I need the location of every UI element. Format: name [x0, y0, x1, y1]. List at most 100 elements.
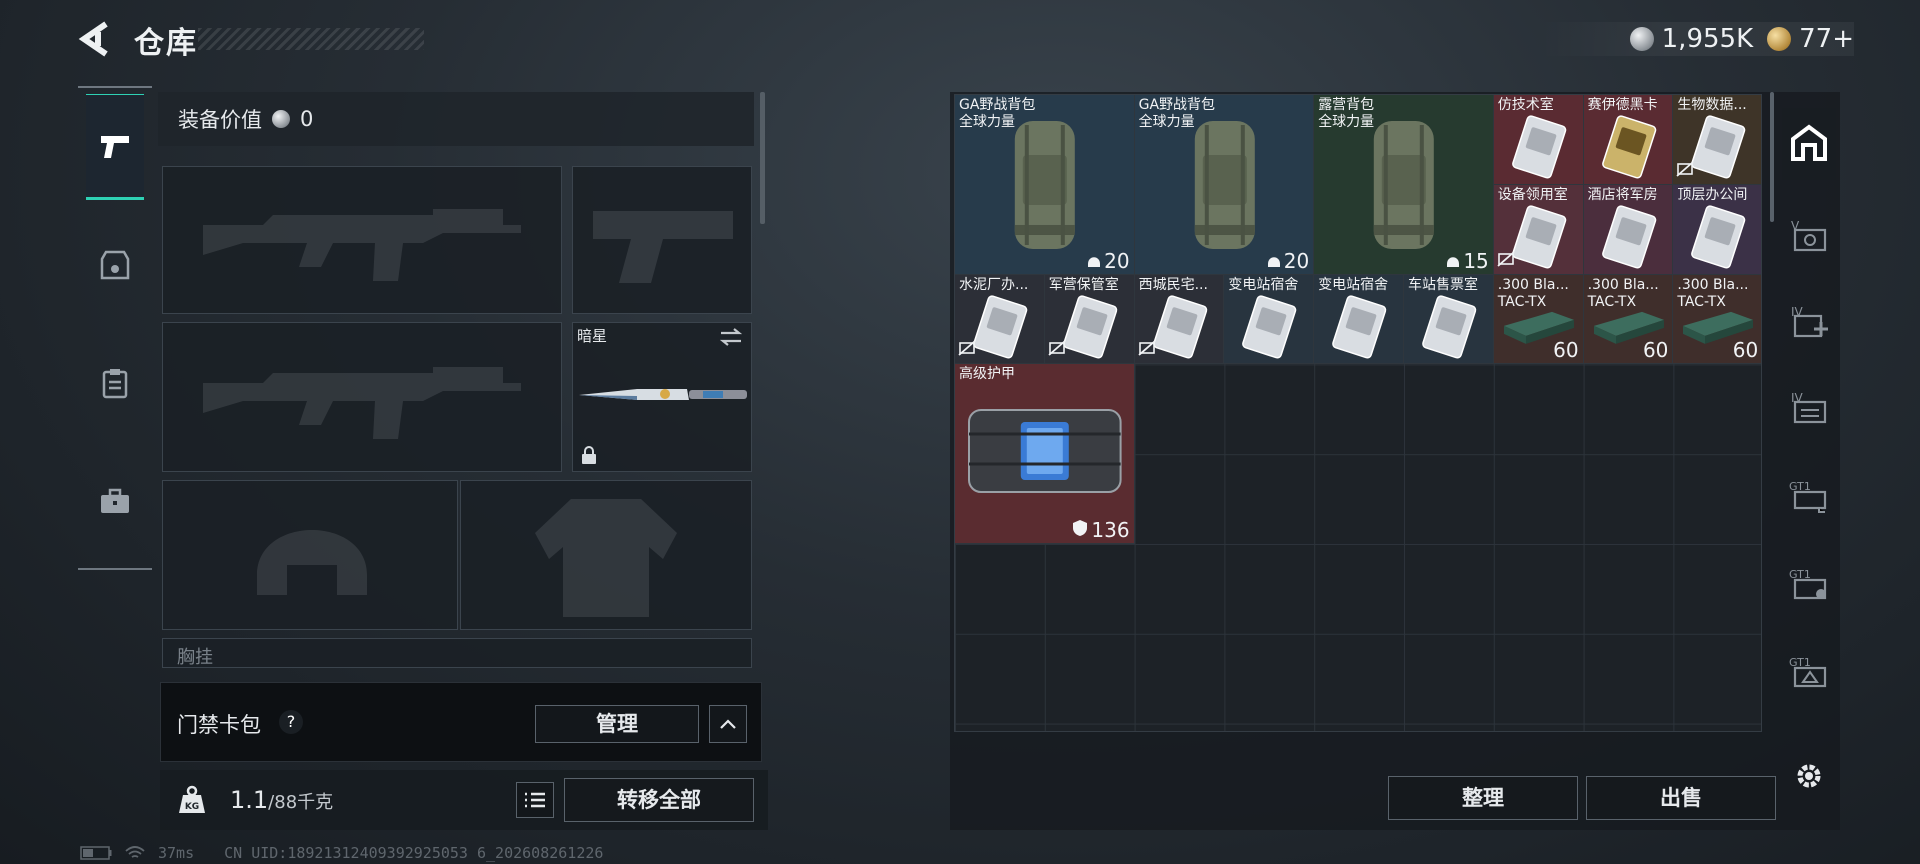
- sell-button[interactable]: 出售: [1586, 776, 1776, 820]
- helmet-icon: [1087, 249, 1101, 273]
- item-name: .300 Bla... TAC-TX: [1498, 277, 1569, 311]
- item-name: 仿技术室: [1498, 97, 1554, 114]
- stash-scrollbar[interactable]: [1770, 92, 1774, 222]
- wifi-icon: [125, 846, 145, 858]
- item-subtitle: 全球力量: [959, 114, 1015, 130]
- rail-tab-iv-add[interactable]: IV: [1782, 288, 1836, 360]
- nav-weapons[interactable]: [86, 94, 144, 200]
- sidearm-slot[interactable]: [572, 166, 752, 314]
- list-view-button[interactable]: [516, 782, 554, 818]
- silver-amount: 1,955K: [1661, 24, 1754, 54]
- stash-item-ammo-3[interactable]: .300 Bla... TAC-TX 60: [1673, 274, 1761, 365]
- gold-currency[interactable]: 77+: [1767, 24, 1854, 54]
- chevron-up-icon: [720, 719, 736, 729]
- tab-v-icon: V: [1789, 218, 1829, 258]
- clipboard-icon: [102, 369, 128, 399]
- no-trade-icon: [1138, 340, 1156, 360]
- chest-rig-slot[interactable]: 胸挂: [162, 638, 752, 668]
- transfer-all-button[interactable]: 转移全部: [564, 778, 754, 822]
- stash-item-ammo-1[interactable]: .300 Bla... TAC-TX 60: [1493, 274, 1584, 365]
- silver-coin-icon: [272, 110, 290, 128]
- weight-icon-label: KG: [185, 802, 199, 812]
- title-decoration: [198, 28, 424, 50]
- tab-gt1-icon: GT1: [1789, 478, 1829, 518]
- nav-cases[interactable]: [86, 448, 144, 554]
- silver-currency[interactable]: 1,955K: [1629, 24, 1754, 54]
- item-count: 136: [1072, 518, 1130, 542]
- stash-item-backpack-ga-1[interactable]: GA野战背包 全球力量 20: [955, 95, 1135, 275]
- stash-item-ammo-2[interactable]: .300 Bla... TAC-TX 60: [1583, 274, 1674, 365]
- equipment-scrollbar[interactable]: [760, 92, 765, 224]
- stash-item-card-3[interactable]: 生物数据...: [1673, 95, 1761, 185]
- stash-item-card-6[interactable]: 顶层办公间: [1673, 184, 1761, 275]
- sort-button[interactable]: 整理: [1388, 776, 1578, 820]
- item-name-line: 仿技术室: [1497, 97, 1554, 113]
- rail-settings[interactable]: [1782, 742, 1836, 814]
- stash-item-card-7[interactable]: 水泥厂办...: [955, 274, 1045, 365]
- primary-weapon-slot-2[interactable]: [162, 322, 562, 472]
- rifle-silhouette-icon: [203, 367, 521, 439]
- uid-text: CN UID:18921312409392925053 6_2026082612…: [224, 844, 604, 862]
- tab-gt1-c-icon: GT1: [1789, 654, 1829, 694]
- rail-tab-iv[interactable]: IV: [1782, 374, 1836, 446]
- expand-button[interactable]: [709, 705, 747, 743]
- stash-item-card-10[interactable]: 变电站宿舍: [1224, 274, 1315, 365]
- lock-icon: [582, 446, 596, 464]
- primary-weapon-slot-1[interactable]: [162, 166, 562, 314]
- back-arrow-icon: [78, 21, 108, 57]
- stash-item-card-1[interactable]: 仿技术室: [1493, 95, 1584, 185]
- rail-stash-home[interactable]: [1782, 108, 1836, 180]
- stash-item-card-4[interactable]: 设备领用室: [1493, 184, 1584, 275]
- weight-value: 1.1/88千克: [230, 786, 333, 814]
- no-trade-icon: [958, 340, 976, 360]
- stash-item-card-11[interactable]: 变电站宿舍: [1314, 274, 1404, 365]
- nav-consumables[interactable]: [86, 330, 144, 436]
- helmet-slot[interactable]: [162, 480, 458, 630]
- stash-item-card-9[interactable]: 西城民宅...: [1134, 274, 1225, 365]
- nav-gear[interactable]: [86, 212, 144, 318]
- rail-tab-v[interactable]: V: [1782, 202, 1836, 274]
- stash-item-card-2[interactable]: 赛伊德黑卡: [1583, 95, 1674, 185]
- item-name: 生物数据...: [1677, 97, 1746, 114]
- stash-item-card-12[interactable]: 车站售票室: [1404, 274, 1494, 365]
- weight-capacity: /88千克: [268, 792, 334, 813]
- stash-panel: GA野战背包 全球力量 20 GA野战背包 全球力量 20 露营背包 全球力量 15 仿技术室 赛伊…: [950, 92, 1840, 830]
- tab-gt1-b-icon: GT1: [1789, 566, 1829, 606]
- item-count-value: 60: [1553, 338, 1579, 363]
- item-name-line: 军营保管室: [1048, 276, 1119, 293]
- currency-bar: 1,955K 77+: [1539, 22, 1854, 56]
- help-icon[interactable]: ?: [279, 710, 303, 734]
- stash-item-card-8[interactable]: 军营保管室: [1044, 274, 1135, 365]
- stash-item-backpack-ga-2[interactable]: GA野战背包 全球力量 20: [1134, 95, 1315, 275]
- stash-item-armor-advanced[interactable]: 高级护甲 136: [955, 364, 1135, 544]
- item-name-line: 生物数据...: [1677, 97, 1747, 113]
- item-name-line: 水泥厂办...: [959, 276, 1029, 293]
- rail-tab-gt1-b[interactable]: GT1: [1782, 550, 1836, 622]
- item-name: 水泥厂办...: [959, 277, 1028, 294]
- stash-grid[interactable]: GA野战背包 全球力量 20 GA野战背包 全球力量 20 露营背包 全球力量 15 仿技术室 赛伊…: [954, 94, 1762, 732]
- item-subtitle: 全球力量: [1138, 114, 1195, 130]
- equipment-value: 0: [300, 107, 314, 131]
- item-name-line: .300 Bla...: [1677, 276, 1749, 293]
- item-count: 60: [1643, 338, 1668, 362]
- stash-item-card-5[interactable]: 酒店将军房: [1583, 184, 1674, 275]
- rail-tab-gt1-c[interactable]: GT1: [1782, 638, 1836, 710]
- item-name-line: 变电站宿舍: [1228, 276, 1299, 293]
- item-count: 20: [1267, 249, 1309, 273]
- rail-tab-gt1[interactable]: GT1: [1782, 462, 1836, 534]
- page-title: 仓库: [134, 26, 198, 61]
- item-name: 车站售票室: [1408, 277, 1478, 294]
- rifle-silhouette-icon: [203, 209, 521, 281]
- swap-icon[interactable]: [719, 327, 743, 347]
- equipment-category-nav: [78, 86, 152, 570]
- stash-item-backpack-camp[interactable]: 露营背包 全球力量 15: [1314, 95, 1494, 275]
- item-name-line: 赛伊德黑卡: [1587, 97, 1658, 113]
- manage-button[interactable]: 管理: [535, 705, 699, 743]
- item-count-value: 60: [1642, 338, 1669, 363]
- item-name: 高级护甲: [959, 366, 1015, 383]
- back-button[interactable]: [78, 20, 112, 58]
- body-armor-slot[interactable]: [460, 480, 752, 630]
- item-count: 60: [1553, 338, 1578, 362]
- gold-amount: 77+: [1799, 24, 1854, 54]
- melee-slot[interactable]: 暗星: [572, 322, 752, 472]
